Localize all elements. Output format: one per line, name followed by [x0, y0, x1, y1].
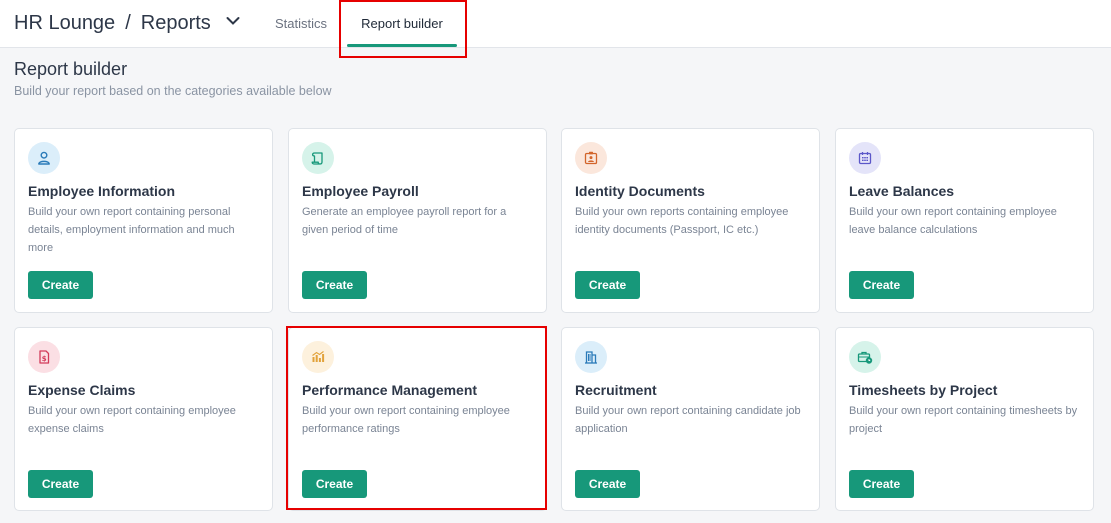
create-button-recruitment[interactable]: Create [575, 470, 640, 498]
card-title: Expense Claims [28, 382, 136, 398]
create-button-expense-claims[interactable]: Create [28, 470, 93, 498]
card-description: Build your own report containing employe… [28, 405, 236, 435]
top-bar: HR Lounge / Reports Statistics Report buil… [0, 0, 1111, 48]
building-icon [575, 341, 607, 373]
create-button-leave-balances[interactable]: Create [849, 271, 914, 299]
card-description: Generate an employee payroll report for … [302, 206, 507, 236]
card-leave-balances: Leave Balances Build your own report con… [835, 128, 1094, 313]
card-title: Recruitment [575, 382, 657, 398]
receipt-icon: $ [28, 341, 60, 373]
breadcrumb-section[interactable]: Reports [141, 12, 211, 34]
breadcrumb-org[interactable]: HR Lounge [14, 12, 115, 34]
active-tab-indicator [347, 44, 457, 47]
create-button-timesheets-by-project[interactable]: Create [849, 470, 914, 498]
card-description: Build your own reports containing employ… [575, 206, 789, 236]
card-title: Performance Management [302, 382, 478, 398]
card-description: Build your own report containing employe… [849, 206, 1057, 236]
calendar-icon [849, 142, 881, 174]
card-identity-documents: Identity Documents Build your own report… [561, 128, 820, 313]
breadcrumb: HR Lounge / Reports [14, 12, 240, 35]
tab-report-builder[interactable]: Report builder [347, 0, 457, 48]
bar-chart-icon [302, 341, 334, 373]
card-timesheets-by-project: Timesheets by Project Build your own rep… [835, 327, 1094, 511]
card-employee-payroll: Employee Payroll Generate an employee pa… [288, 128, 547, 313]
create-button-performance-management[interactable]: Create [302, 470, 367, 498]
card-recruitment: Recruitment Build your own report contai… [561, 327, 820, 511]
page-title: Report builder [14, 59, 128, 79]
create-button-identity-documents[interactable]: Create [575, 271, 640, 299]
chevron-down-icon[interactable] [226, 9, 240, 32]
id-badge-icon [575, 142, 607, 174]
card-title: Leave Balances [849, 183, 955, 199]
card-expense-claims: $ Expense Claims Build your own report c… [14, 327, 273, 511]
user-icon [28, 142, 60, 174]
page-subtitle: Build your report based on the categorie… [14, 84, 332, 98]
create-button-employee-information[interactable]: Create [28, 271, 93, 299]
card-description: Build your own report containing employe… [302, 405, 510, 435]
card-employee-information: Employee Information Build your own repo… [14, 128, 273, 313]
breadcrumb-separator: / [125, 12, 131, 34]
card-description: Build your own report containing timeshe… [849, 405, 1078, 435]
card-performance-management: Performance Management Build your own re… [288, 327, 547, 511]
card-title: Employee Information [28, 183, 176, 199]
card-title: Employee Payroll [302, 183, 419, 199]
tab-statistics[interactable]: Statistics [275, 0, 327, 48]
card-description: Build your own report containing persona… [28, 206, 235, 254]
scroll-icon [302, 142, 334, 174]
card-title: Identity Documents [575, 183, 705, 199]
briefcase-clock-icon [849, 341, 881, 373]
card-title: Timesheets by Project [849, 382, 998, 398]
svg-text:$: $ [42, 355, 47, 363]
card-description: Build your own report containing candida… [575, 405, 801, 435]
tab-report-builder-label: Report builder [361, 16, 443, 31]
create-button-employee-payroll[interactable]: Create [302, 271, 367, 299]
